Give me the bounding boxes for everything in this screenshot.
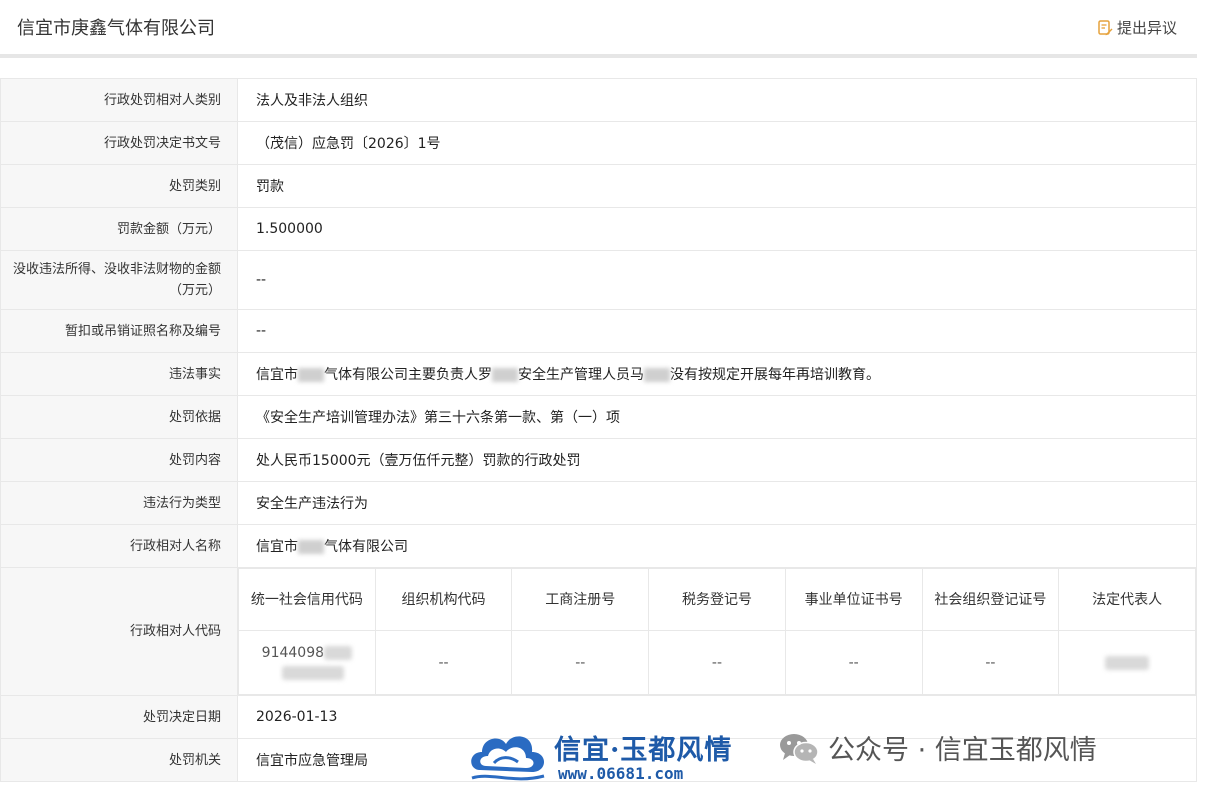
redacted-mask [298, 368, 324, 382]
code-value: -- [511, 630, 650, 695]
row-value: 信宜市 气体有限公司主要负责人罗 安全生产管理人员马 没有按规定开展每年再培训教育。 [237, 352, 1197, 396]
value-part: 信宜市 [256, 539, 298, 555]
watermark-site-title: 信宜·玉都风情 [554, 735, 733, 766]
table-row: 处罚依据 《安全生产培训管理办法》第三十六条第一款、第（一）项 [0, 395, 1197, 439]
value-part: 安全生产管理人员马 [518, 367, 644, 383]
table-row: 违法事实 信宜市 气体有限公司主要负责人罗 安全生产管理人员马 没有按规定开展每年再培… [0, 352, 1197, 396]
value-part: 信宜市 [256, 367, 298, 383]
row-label: 处罚内容 [0, 438, 238, 482]
value-part: 气体有限公司 [324, 539, 408, 555]
code-header: 税务登记号 [648, 568, 786, 631]
value-part: 没有按规定开展每年再培训教育。 [670, 367, 880, 383]
row-label: 处罚依据 [0, 395, 238, 439]
code-value-row: 9144098 -- -- -- -- -- [238, 630, 1196, 695]
code-header: 统一社会信用代码 [238, 568, 376, 631]
edit-document-icon [1098, 19, 1113, 35]
code-value: -- [374, 630, 513, 695]
table-row: 行政处罚决定书文号 （茂信）应急罚〔2026〕1号 [0, 121, 1197, 165]
code-header: 法定代表人 [1058, 568, 1196, 631]
wechat-icon [780, 733, 819, 764]
code-header: 组织机构代码 [374, 568, 513, 631]
row-label: 行政处罚决定书文号 [0, 121, 238, 165]
code-header: 社会组织登记证号 [921, 568, 1060, 631]
redacted-mask [324, 645, 353, 660]
table-row: 违法行为类型 安全生产违法行为 [0, 481, 1197, 525]
code-header: 工商注册号 [511, 568, 650, 631]
row-label: 违法行为类型 [0, 481, 238, 525]
page-header: 信宜市庚鑫气体有限公司 提出异议 [0, 0, 1197, 58]
redacted-mask [281, 665, 344, 680]
code-header-row: 统一社会信用代码 组织机构代码 工商注册号 税务登记号 事业单位证书号 社会组织… [238, 568, 1196, 631]
row-label: 行政处罚相对人类别 [0, 78, 238, 122]
row-value: 安全生产违法行为 [237, 481, 1197, 525]
value-part: 气体有限公司主要负责人罗 [324, 367, 492, 383]
row-value: -- [237, 309, 1197, 353]
table-row: 罚款金额（万元） 1.500000 [0, 207, 1197, 251]
row-value: 法人及非法人组织 [237, 78, 1197, 122]
row-label: 暂扣或吊销证照名称及编号 [0, 309, 238, 353]
table-row: 处罚内容 处人民币15000元（壹万伍仟元整）罚款的行政处罚 [0, 438, 1197, 482]
code-value: -- [784, 630, 923, 695]
row-label: 处罚机关 [0, 738, 238, 782]
company-name: 信宜市庚鑫气体有限公司 [17, 18, 215, 39]
penalty-info-table: 行政处罚相对人类别 法人及非法人组织 行政处罚决定书文号 （茂信）应急罚〔202… [0, 78, 1197, 782]
code-value [1058, 630, 1196, 695]
row-label: 行政相对人代码 [0, 567, 238, 696]
row-value: 1.500000 [237, 207, 1197, 251]
row-label: 处罚类别 [0, 164, 238, 208]
objection-label: 提出异议 [1116, 19, 1177, 37]
objection-button[interactable]: 提出异议 [1098, 17, 1177, 38]
row-label: 没收违法所得、没收非法财物的金额（万元） [0, 250, 238, 310]
watermark: 信宜·玉都风情 www.06681.com 公众号 · 信宜玉都风情 [466, 726, 1196, 786]
cloud-logo-icon [471, 736, 545, 781]
code-subtable: 统一社会信用代码 组织机构代码 工商注册号 税务登记号 事业单位证书号 社会组织… [238, 568, 1196, 695]
redacted-mask [1105, 655, 1150, 670]
table-row: 行政相对人名称 信宜市 气体有限公司 [0, 524, 1197, 568]
row-label: 行政相对人名称 [0, 524, 238, 568]
watermark-site-url: www.06681.com [558, 764, 684, 783]
code-value: -- [648, 630, 786, 695]
row-value: 信宜市 气体有限公司 [237, 524, 1197, 568]
redacted-mask [492, 368, 518, 382]
table-row: 处罚类别 罚款 [0, 164, 1197, 208]
table-row: 行政相对人代码 统一社会信用代码 组织机构代码 工商注册号 税务登记号 事业单位… [0, 567, 1197, 696]
wechat-account-text: 公众号 · 信宜玉都风情 [828, 735, 1097, 766]
table-row: 行政处罚相对人类别 法人及非法人组织 [0, 78, 1197, 122]
row-value: （茂信）应急罚〔2026〕1号 [237, 121, 1197, 165]
table-row: 暂扣或吊销证照名称及编号 -- [0, 309, 1197, 353]
row-label: 罚款金额（万元） [0, 207, 238, 251]
table-row: 没收违法所得、没收非法财物的金额（万元） -- [0, 250, 1197, 310]
row-value: 罚款 [237, 164, 1197, 208]
code-value: 9144098 [238, 630, 376, 695]
code-subtable-cell: 统一社会信用代码 组织机构代码 工商注册号 税务登记号 事业单位证书号 社会组织… [237, 567, 1197, 696]
code-value: -- [921, 630, 1060, 695]
row-label: 违法事实 [0, 352, 238, 396]
code-header: 事业单位证书号 [784, 568, 923, 631]
row-value: 处人民币15000元（壹万伍仟元整）罚款的行政处罚 [237, 438, 1197, 482]
redacted-mask [644, 368, 670, 382]
credit-code-prefix: 9144098 [261, 644, 325, 661]
row-label: 处罚决定日期 [0, 695, 238, 739]
redacted-mask [298, 540, 324, 554]
row-value: -- [237, 250, 1197, 310]
row-value: 《安全生产培训管理办法》第三十六条第一款、第（一）项 [237, 395, 1197, 439]
watermark-wechat: 公众号 · 信宜玉都风情 [778, 728, 1097, 767]
